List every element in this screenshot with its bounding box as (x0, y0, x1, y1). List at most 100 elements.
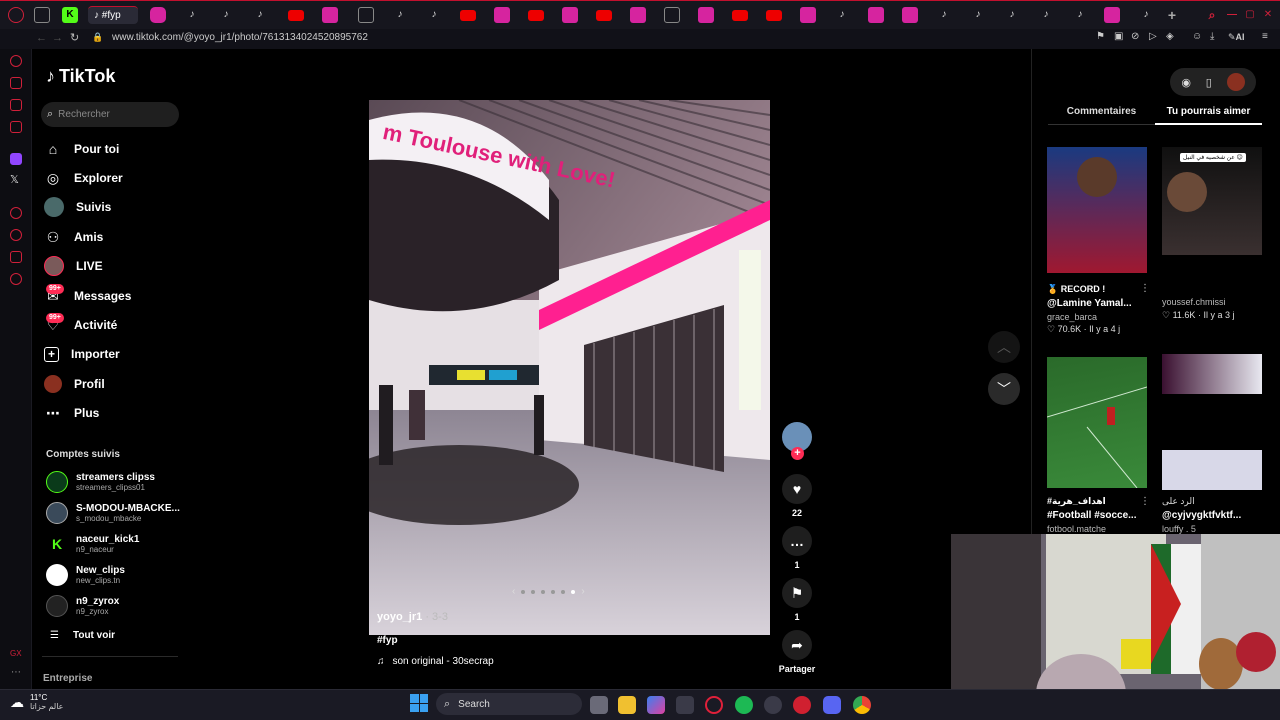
see-all-link[interactable]: ☰ Tout voir (50, 630, 115, 641)
nav-suivis[interactable]: Suivis (44, 194, 111, 220)
menu-icon[interactable]: ≡ (1262, 31, 1268, 42)
minimize-icon[interactable]: — (1224, 7, 1240, 23)
recommend-card-thumbnail[interactable] (1162, 354, 1262, 394)
snapshot-icon[interactable]: ▣ (1114, 31, 1123, 42)
nav-pour-toi[interactable]: ⌂ Pour toi (44, 136, 120, 162)
tab-icon-youtube[interactable] (460, 10, 476, 21)
followed-account[interactable]: New_clips new_clips.tn (46, 564, 125, 586)
tab-active[interactable]: ♪ #fyp (88, 6, 138, 24)
nav-explorer[interactable]: ◎ Explorer (44, 165, 123, 191)
tab-icon-instagram[interactable] (562, 7, 578, 23)
tab-icon-tiktok[interactable]: ♪ (252, 7, 268, 23)
user-avatar[interactable] (1226, 73, 1245, 91)
tab-icon-tiktok[interactable]: ♪ (1038, 7, 1054, 23)
tab-icon-tiktok[interactable]: ♪ (970, 7, 986, 23)
close-window-icon[interactable]: ✕ (1260, 7, 1276, 23)
download-icon[interactable]: ⤓ (1210, 31, 1214, 42)
tab-icon-generic[interactable] (34, 7, 50, 23)
next-post-button[interactable]: ﹀ (988, 373, 1020, 405)
sidebar-twitch-icon[interactable] (10, 153, 22, 165)
live-studio-icon[interactable]: ◉ (1181, 76, 1191, 89)
sidebar-settings-icon[interactable] (10, 273, 22, 285)
tab-icon-instagram[interactable] (902, 7, 918, 23)
sidebar-ai-icon[interactable] (10, 55, 22, 67)
card-line2[interactable]: @Lamine Yamal... (1047, 298, 1147, 309)
tab-icon-instagram[interactable] (630, 7, 646, 23)
taskbar-search[interactable]: ⌕ Search (436, 693, 582, 715)
tab-icon-instagram[interactable] (322, 7, 338, 23)
card-author[interactable]: grace_barca (1047, 312, 1147, 322)
tab-icon-instagram[interactable] (868, 7, 884, 23)
account-icon[interactable]: ☺ (1192, 31, 1202, 42)
nav-importer[interactable]: + Importer (44, 341, 120, 367)
maximize-icon[interactable]: ▢ (1242, 7, 1258, 23)
tab-icon-instagram[interactable] (698, 7, 714, 23)
card-more-icon[interactable]: ⋮ (1140, 283, 1150, 294)
nav-plus[interactable]: ⋯ Plus (44, 400, 99, 426)
tab-icon-tiktok[interactable]: ♪ (392, 7, 408, 23)
device-icon[interactable]: ▯ (1206, 76, 1212, 89)
followed-account[interactable]: K naceur_kick1 n9_naceur (46, 533, 139, 555)
aria-ai-button[interactable]: ✎AI (1228, 32, 1245, 43)
bookmark-icon[interactable]: ⚑ (1096, 31, 1105, 42)
like-button[interactable]: ♥ 22 (781, 474, 813, 518)
reload-icon[interactable]: ↻ (70, 31, 79, 44)
weather-widget[interactable]: ☁ 11°C عالم حزاتا (10, 693, 63, 711)
search-tabs-icon[interactable]: ⌕ (1204, 7, 1220, 23)
nav-profil[interactable]: Profil (44, 371, 105, 397)
sidebar-more-icon[interactable]: ⋯ (11, 667, 21, 678)
adblock-icon[interactable]: ⊘ (1131, 31, 1139, 42)
recommend-card-thumbnail[interactable] (1047, 147, 1147, 273)
tab-icon-tiktok[interactable]: ♪ (426, 7, 442, 23)
tab-icon-instagram[interactable] (1104, 7, 1120, 23)
tab-icon-instagram[interactable] (150, 7, 166, 23)
tab-icon-instagram[interactable] (800, 7, 816, 23)
app-red-icon[interactable] (793, 696, 811, 714)
tab-icon-document[interactable] (358, 7, 374, 23)
sidebar-player-icon[interactable] (10, 207, 22, 219)
sidebar-history-icon[interactable] (10, 229, 22, 241)
sidebar-messenger-icon[interactable] (10, 99, 22, 111)
tab-icon-instagram[interactable] (494, 7, 510, 23)
tab-icon-kick[interactable]: K (62, 7, 78, 23)
app-icon[interactable] (764, 696, 782, 714)
copilot-icon[interactable] (647, 696, 665, 714)
nav-live[interactable]: LIVE (44, 253, 103, 279)
post-photo[interactable]: m Toulouse with Love! ‹ › yoyo_jr1 · 3-3 (369, 100, 770, 635)
followed-account[interactable]: S-MODOU-MBACKE... s_modou_mbacke (46, 502, 180, 524)
follow-plus-icon[interactable]: + (791, 447, 804, 460)
new-tab-icon[interactable]: + (1164, 7, 1180, 23)
tab-icon-youtube[interactable] (288, 10, 304, 21)
tab-icon-tiktok[interactable]: ♪ (1004, 7, 1020, 23)
sidebar-gx-icon[interactable]: GX (10, 649, 22, 658)
card-more-icon[interactable]: ⋮ (1140, 496, 1150, 507)
tab-icon-document[interactable] (664, 7, 680, 23)
forward-icon[interactable]: → (52, 32, 63, 44)
card-author[interactable]: fotbool.matche (1047, 524, 1147, 534)
card-author[interactable]: louffy . 5 (1162, 524, 1262, 534)
discord-icon[interactable] (823, 696, 841, 714)
url-field[interactable]: www.tiktok.com/@yoyo_jr1/photo/761313402… (112, 32, 368, 43)
file-explorer-icon[interactable] (618, 696, 636, 714)
vpn-icon[interactable]: ◈ (1166, 31, 1174, 42)
search-box[interactable]: ⌕ Rechercher (41, 102, 179, 127)
post-hashtag[interactable]: #fyp (377, 635, 398, 646)
post-author[interactable]: yoyo_jr1 (377, 611, 422, 623)
tiktok-logo[interactable]: ♪ TikTok (46, 66, 115, 87)
nav-amis[interactable]: ⚇ Amis (44, 224, 104, 250)
tab-comments[interactable]: Commentaires (1048, 106, 1155, 125)
tab-icon-tiktok[interactable]: ♪ (218, 7, 234, 23)
tab-icon-tiktok[interactable]: ♪ (936, 7, 952, 23)
comment-button[interactable]: … 1 (781, 526, 813, 570)
store-icon[interactable] (676, 696, 694, 714)
recommend-card-thumbnail[interactable] (1162, 450, 1262, 490)
chrome-icon[interactable] (853, 696, 871, 714)
tab-icon-tiktok[interactable]: ♪ (184, 7, 200, 23)
card-line2[interactable]: @cyjvygktfvktf... (1162, 510, 1262, 521)
card-author[interactable]: youssef.chmissi (1162, 297, 1262, 307)
spotify-icon[interactable] (735, 696, 753, 714)
carousel-next-icon[interactable]: › (581, 586, 584, 597)
recommend-card-thumbnail[interactable] (1047, 357, 1147, 488)
prev-post-button[interactable]: ︿ (988, 331, 1020, 363)
tab-icon-tiktok[interactable]: ♪ (1072, 7, 1088, 23)
